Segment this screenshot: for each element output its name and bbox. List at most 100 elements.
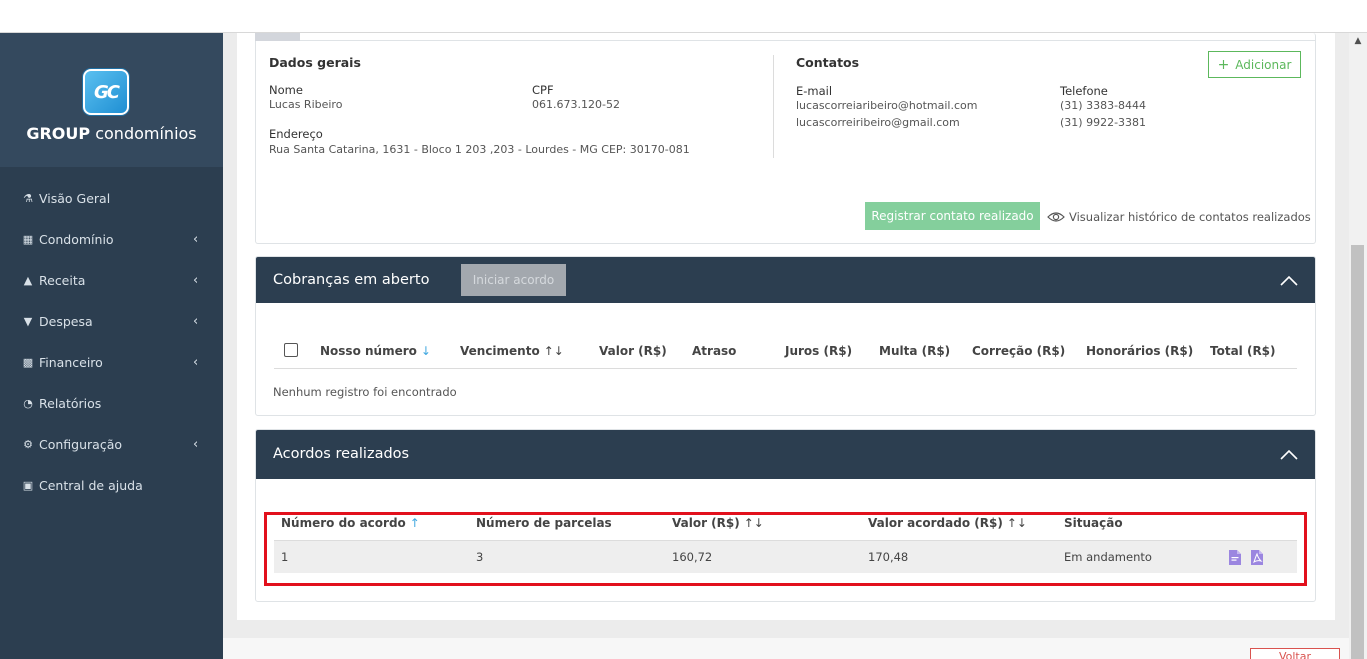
col-valor-acordado[interactable]: Valor acordado (R$) ↑↓: [868, 516, 1027, 530]
logo-text-bold: GROUP: [26, 124, 91, 143]
sidebar-item-label: Despesa: [39, 314, 93, 329]
select-all-checkbox[interactable]: [284, 343, 298, 357]
sort-icon: ↑↓: [743, 516, 764, 530]
table-header-divider: [274, 368, 1297, 369]
logo-area: GC GROUP condomínios: [0, 33, 223, 167]
browser-top-bar: [0, 0, 1367, 33]
col-numero-parcelas: Número de parcelas: [476, 516, 612, 530]
sidebar-item-financeiro[interactable]: ▩ Financeiro ‹: [0, 342, 223, 383]
scrollbar-thumb[interactable]: [1351, 245, 1364, 659]
start-agreement-button[interactable]: Iniciar acordo: [461, 264, 566, 296]
sort-desc-icon: ↓: [420, 344, 431, 358]
col-nosso-numero-label: Nosso número: [320, 344, 417, 358]
col-correcao: Correção (R$): [972, 344, 1066, 358]
footer-bar: [223, 638, 1349, 659]
col-honorarios: Honorários (R$): [1086, 344, 1194, 358]
logo-text-light: condomínios: [95, 124, 197, 143]
agreements-title: Acordos realizados: [273, 446, 410, 462]
book-icon: ▣: [22, 479, 34, 492]
col-vencimento[interactable]: Vencimento ↑↓: [460, 344, 564, 358]
sidebar: GC GROUP condomínios ⚗ Visão Geral ▦ Condo…: [0, 33, 223, 659]
col-nosso-numero[interactable]: Nosso número ↓: [320, 344, 431, 358]
chevron-up-icon[interactable]: [1280, 276, 1298, 286]
agreements-header: Acordos realizados: [256, 430, 1315, 479]
sidebar-item-label: Financeiro: [39, 355, 103, 370]
col-numero-acordo[interactable]: Número do acordo ↑: [281, 516, 420, 530]
pie-chart-icon: ◔: [23, 397, 33, 410]
empty-state-message: Nenhum registro foi encontrado: [273, 385, 457, 399]
chevron-left-icon: ‹: [193, 355, 199, 370]
eye-icon: [1047, 212, 1065, 222]
sidebar-item-label: Configuração: [39, 437, 123, 452]
sidebar-item-label: Central de ajuda: [39, 478, 143, 493]
calculator-icon: ▩: [22, 356, 34, 369]
open-charges-header: Cobranças em aberto Iniciar acordo: [256, 257, 1315, 303]
view-history-link[interactable]: Visualizar histórico de contatos realiza…: [1047, 210, 1311, 224]
sort-icon: ↑↓: [1006, 516, 1027, 530]
chevron-left-icon: ‹: [193, 437, 199, 452]
col-valor: Valor (R$): [599, 344, 667, 358]
col-vencimento-label: Vencimento: [460, 344, 540, 358]
cell-numero-acordo: 1: [281, 550, 289, 564]
sidebar-item-label: Receita: [39, 273, 86, 288]
phone-label: Telefone: [1060, 84, 1108, 98]
view-history-label: Visualizar histórico de contatos realiza…: [1069, 210, 1311, 224]
document-icon[interactable]: [1229, 550, 1241, 565]
col-juros: Juros (R$): [785, 344, 853, 358]
email-value-1: lucascorreiaribeiro@hotmail.com: [796, 99, 978, 112]
tab-divider: [300, 40, 1316, 41]
chevron-left-icon: ‹: [193, 232, 199, 247]
sidebar-item-visao-geral[interactable]: ⚗ Visão Geral: [0, 178, 223, 219]
cpf-label: CPF: [532, 83, 554, 97]
sort-icon: ↑↓: [543, 344, 564, 358]
tab-indicator[interactable]: [255, 33, 300, 41]
logo-icon[interactable]: GC: [83, 69, 129, 115]
email-value-2: lucascorreiribeiro@gmail.com: [796, 116, 960, 129]
col-atraso: Atraso: [692, 344, 737, 358]
scroll-up-arrow-icon[interactable]: ▲: [1349, 33, 1367, 49]
logo-text: GROUP condomínios: [0, 124, 223, 143]
cell-numero-parcelas: 3: [476, 550, 484, 564]
name-label: Nome: [269, 83, 303, 97]
sidebar-item-label: Condomínio: [39, 232, 114, 247]
open-charges-title: Cobranças em aberto: [273, 272, 430, 288]
logo-mark: GC: [94, 81, 120, 103]
sidebar-item-relatorios[interactable]: ◔ Relatórios: [0, 383, 223, 424]
add-contact-label: Adicionar: [1235, 57, 1292, 72]
building-icon: ▦: [22, 233, 34, 246]
contacts-section-title: Contatos: [796, 55, 860, 70]
col-valor-acordado-label: Valor acordado (R$): [868, 516, 1003, 530]
add-contact-button[interactable]: + Adicionar: [1208, 51, 1301, 78]
section-divider: [773, 55, 774, 158]
sitemap-icon: ⚗: [23, 192, 33, 205]
cpf-value: 061.673.120-52: [532, 98, 620, 111]
phone-value-2: (31) 9922-3381: [1060, 116, 1147, 129]
col-situacao: Situação: [1064, 516, 1123, 530]
chevron-left-icon: ‹: [193, 273, 199, 288]
general-section-title: Dados gerais: [269, 55, 361, 70]
email-label: E-mail: [796, 84, 833, 98]
cog-icon: ⚙: [23, 438, 33, 451]
sidebar-item-despesa[interactable]: ▼ Despesa ‹: [0, 301, 223, 342]
cell-valor: 160,72: [672, 550, 713, 564]
sidebar-item-label: Relatórios: [39, 396, 102, 411]
col-valor-acordo-label: Valor (R$): [672, 516, 740, 530]
arrow-circle-up-icon: ▲: [23, 274, 33, 287]
sidebar-item-receita[interactable]: ▲ Receita ‹: [0, 260, 223, 301]
back-button[interactable]: Voltar: [1250, 648, 1340, 659]
col-multa: Multa (R$): [879, 344, 951, 358]
sidebar-item-configuracao[interactable]: ⚙ Configuração ‹: [0, 424, 223, 465]
name-value: Lucas Ribeiro: [269, 98, 343, 111]
pdf-icon[interactable]: [1251, 550, 1263, 565]
sidebar-item-central-de-ajuda[interactable]: ▣ Central de ajuda: [0, 465, 223, 506]
chevron-up-icon[interactable]: [1280, 450, 1298, 460]
address-value: Rua Santa Catarina, 1631 - Bloco 1 203 ,…: [269, 143, 690, 156]
address-label: Endereço: [269, 127, 323, 141]
register-contact-button[interactable]: Registrar contato realizado: [865, 202, 1040, 230]
sidebar-item-condominio[interactable]: ▦ Condomínio ‹: [0, 219, 223, 260]
chevron-left-icon: ‹: [193, 314, 199, 329]
sidebar-item-label: Visão Geral: [39, 191, 111, 206]
cell-situacao: Em andamento: [1064, 550, 1152, 564]
sort-asc-icon: ↑: [409, 516, 420, 530]
col-valor-acordo[interactable]: Valor (R$) ↑↓: [672, 516, 764, 530]
